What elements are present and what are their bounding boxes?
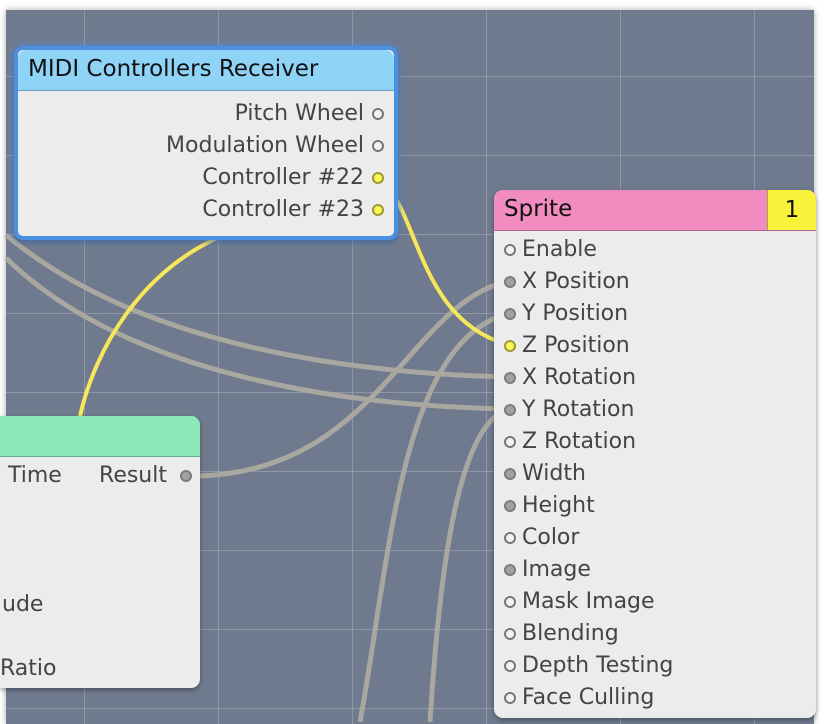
stage: MIDI Controllers Receiver Pitch Wheel Mo… xyxy=(0,0,824,724)
port-circle-icon[interactable] xyxy=(372,172,384,184)
input-image: Image xyxy=(504,554,591,586)
port-label: Image xyxy=(522,557,591,582)
port-circle-icon[interactable] xyxy=(372,204,384,216)
port-circle-icon[interactable] xyxy=(504,372,516,384)
lfo-patch[interactable]: Time Result ude Ratio xyxy=(0,416,200,688)
output-modulation-wheel: Modulation Wheel xyxy=(166,130,384,162)
port-circle-icon[interactable] xyxy=(504,500,516,512)
input-y-position: Y Position xyxy=(504,298,628,330)
midi-patch-title: MIDI Controllers Receiver xyxy=(28,56,319,82)
output-result: Result xyxy=(99,460,192,492)
input-ratio-label: Ratio xyxy=(0,656,57,681)
port-circle-icon[interactable] xyxy=(504,596,516,608)
input-blending: Blending xyxy=(504,618,619,650)
layer-badge[interactable]: 1 xyxy=(767,190,816,230)
port-label: Color xyxy=(522,525,580,550)
input-enable: Enable xyxy=(504,234,597,266)
port-circle-icon[interactable] xyxy=(372,140,384,152)
port-circle-icon[interactable] xyxy=(504,244,516,256)
port-label: Enable xyxy=(522,237,597,262)
port-label: Controller #23 xyxy=(202,197,364,222)
port-label: Mask Image xyxy=(522,589,655,614)
lfo-patch-header[interactable] xyxy=(0,416,200,457)
input-face-culling: Face Culling xyxy=(504,682,654,714)
port-label: Y Position xyxy=(522,301,629,326)
input-x-position: X Position xyxy=(504,266,630,298)
port-label: Face Culling xyxy=(522,685,655,710)
sprite-patch-header[interactable]: Sprite 1 xyxy=(494,190,816,231)
input-z-rotation: Z Rotation xyxy=(504,426,636,458)
input-time-label: Time xyxy=(8,463,62,488)
port-circle-icon[interactable] xyxy=(504,564,516,576)
output-controller-23: Controller #23 xyxy=(202,194,384,226)
input-height: Height xyxy=(504,490,595,522)
port-label: X Position xyxy=(522,269,630,294)
port-label: Controller #22 xyxy=(202,165,364,190)
input-z-position: Z Position xyxy=(504,330,630,362)
input-mask-image: Mask Image xyxy=(504,586,655,618)
input-y-rotation: Y Rotation xyxy=(504,394,634,426)
port-label: Blending xyxy=(522,621,619,646)
port-label: Result xyxy=(99,463,167,488)
port-label: Modulation Wheel xyxy=(166,133,364,158)
input-width: Width xyxy=(504,458,586,490)
port-circle-icon[interactable] xyxy=(504,468,516,480)
sprite-patch-title: Sprite xyxy=(504,196,573,222)
port-label: Height xyxy=(522,493,595,518)
port-label: X Rotation xyxy=(522,365,637,390)
port-circle-icon[interactable] xyxy=(504,436,516,448)
port-label: Z Position xyxy=(522,333,630,358)
port-label: Depth Testing xyxy=(522,653,674,678)
port-circle-icon[interactable] xyxy=(504,692,516,704)
midi-controllers-receiver-patch[interactable]: MIDI Controllers Receiver Pitch Wheel Mo… xyxy=(14,46,398,240)
port-circle-icon[interactable] xyxy=(504,404,516,416)
input-amplitude-label: ude xyxy=(2,592,44,617)
input-color: Color xyxy=(504,522,579,554)
port-label: Z Rotation xyxy=(522,429,637,454)
port-circle-icon[interactable] xyxy=(504,628,516,640)
port-circle-icon[interactable] xyxy=(504,308,516,320)
port-circle-icon[interactable] xyxy=(504,532,516,544)
output-pitch-wheel: Pitch Wheel xyxy=(235,98,384,130)
port-label: Width xyxy=(522,461,586,486)
sprite-patch[interactable]: Sprite 1 Enable X Position Y Position Z … xyxy=(494,190,816,718)
input-x-rotation: X Rotation xyxy=(504,362,636,394)
port-label: Y Rotation xyxy=(522,397,635,422)
port-circle-icon[interactable] xyxy=(504,660,516,672)
port-label: Pitch Wheel xyxy=(234,101,364,126)
port-circle-icon[interactable] xyxy=(180,470,192,482)
port-circle-icon[interactable] xyxy=(372,108,384,120)
port-circle-icon[interactable] xyxy=(504,340,516,352)
input-depth-testing: Depth Testing xyxy=(504,650,673,682)
midi-patch-header[interactable]: MIDI Controllers Receiver xyxy=(18,50,394,91)
port-circle-icon[interactable] xyxy=(504,276,516,288)
output-controller-22: Controller #22 xyxy=(202,162,384,194)
